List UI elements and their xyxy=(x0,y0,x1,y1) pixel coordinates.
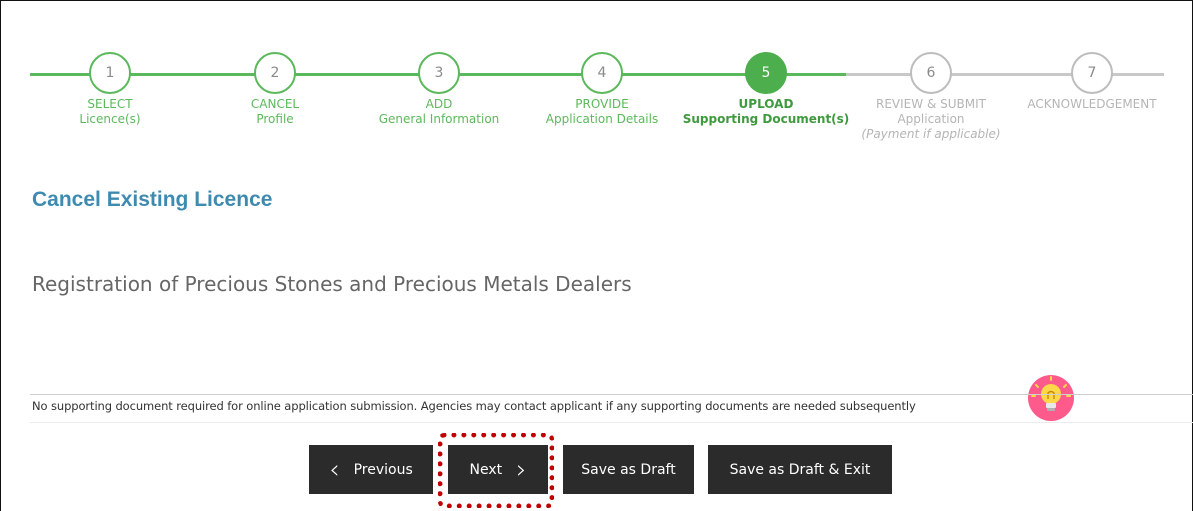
next-button[interactable]: Next › xyxy=(448,445,548,494)
step-3-subtitle: General Information xyxy=(378,112,500,126)
step-2: 2 CANCEL Profile xyxy=(185,52,365,127)
step-2-title: CANCEL xyxy=(250,97,300,111)
step-6: 6 REVIEW & SUBMIT Application (Payment i… xyxy=(841,52,1021,142)
save-draft-button-label: Save as Draft xyxy=(581,461,676,478)
step-6-note: (Payment if applicable) xyxy=(861,127,1001,141)
previous-button-label: Previous xyxy=(353,461,413,478)
step-1-title: SELECT xyxy=(87,97,133,111)
previous-button[interactable]: ‹ Previous xyxy=(309,445,433,494)
lightbulb-icon-base xyxy=(1046,403,1056,408)
step-7: 7 ACKNOWLEDGEMENT xyxy=(1002,52,1182,112)
step-4-number: 4 xyxy=(581,52,623,94)
save-draft-exit-button[interactable]: Save as Draft & Exit xyxy=(708,445,892,494)
divider xyxy=(30,394,1193,395)
licence-name: Registration of Precious Stones and Prec… xyxy=(32,272,632,296)
step-7-number: 7 xyxy=(1071,52,1113,94)
step-1-subtitle: Licence(s) xyxy=(79,112,141,126)
page-title: Cancel Existing Licence xyxy=(32,188,273,211)
step-6-subtitle: Application xyxy=(897,112,965,126)
chevron-left-icon: ‹ xyxy=(329,454,340,485)
next-button-label: Next xyxy=(469,461,503,478)
progress-stepper: 1 SELECT Licence(s) 2 CANCEL Profile 3 A… xyxy=(0,0,1193,170)
step-2-subtitle: Profile xyxy=(256,112,294,126)
save-draft-exit-button-label: Save as Draft & Exit xyxy=(729,461,871,478)
step-5: 5 UPLOAD Supporting Document(s) xyxy=(676,52,856,127)
chevron-right-icon: › xyxy=(516,454,527,485)
step-3-number: 3 xyxy=(418,52,460,94)
step-6-number: 6 xyxy=(910,52,952,94)
lightbulb-icon xyxy=(1028,375,1074,421)
step-1-number: 1 xyxy=(89,52,131,94)
step-4-subtitle: Application Details xyxy=(545,112,659,126)
step-2-number: 2 xyxy=(254,52,296,94)
step-3-title: ADD xyxy=(425,97,453,111)
divider xyxy=(30,422,1193,423)
step-5-title: UPLOAD xyxy=(738,97,794,111)
step-3: 3 ADD General Information xyxy=(349,52,529,127)
lightbulb-icon-tip xyxy=(1047,408,1055,411)
step-4: 4 PROVIDE Application Details xyxy=(512,52,692,127)
save-draft-button[interactable]: Save as Draft xyxy=(563,445,694,494)
no-documents-notice: No supporting document required for onli… xyxy=(32,399,916,413)
step-4-title: PROVIDE xyxy=(575,97,629,111)
step-6-title: REVIEW & SUBMIT xyxy=(876,97,986,111)
step-5-subtitle: Supporting Document(s) xyxy=(682,112,850,126)
step-1: 1 SELECT Licence(s) xyxy=(20,52,200,127)
step-5-number: 5 xyxy=(745,52,787,94)
step-7-title: ACKNOWLEDGEMENT xyxy=(1027,97,1157,111)
